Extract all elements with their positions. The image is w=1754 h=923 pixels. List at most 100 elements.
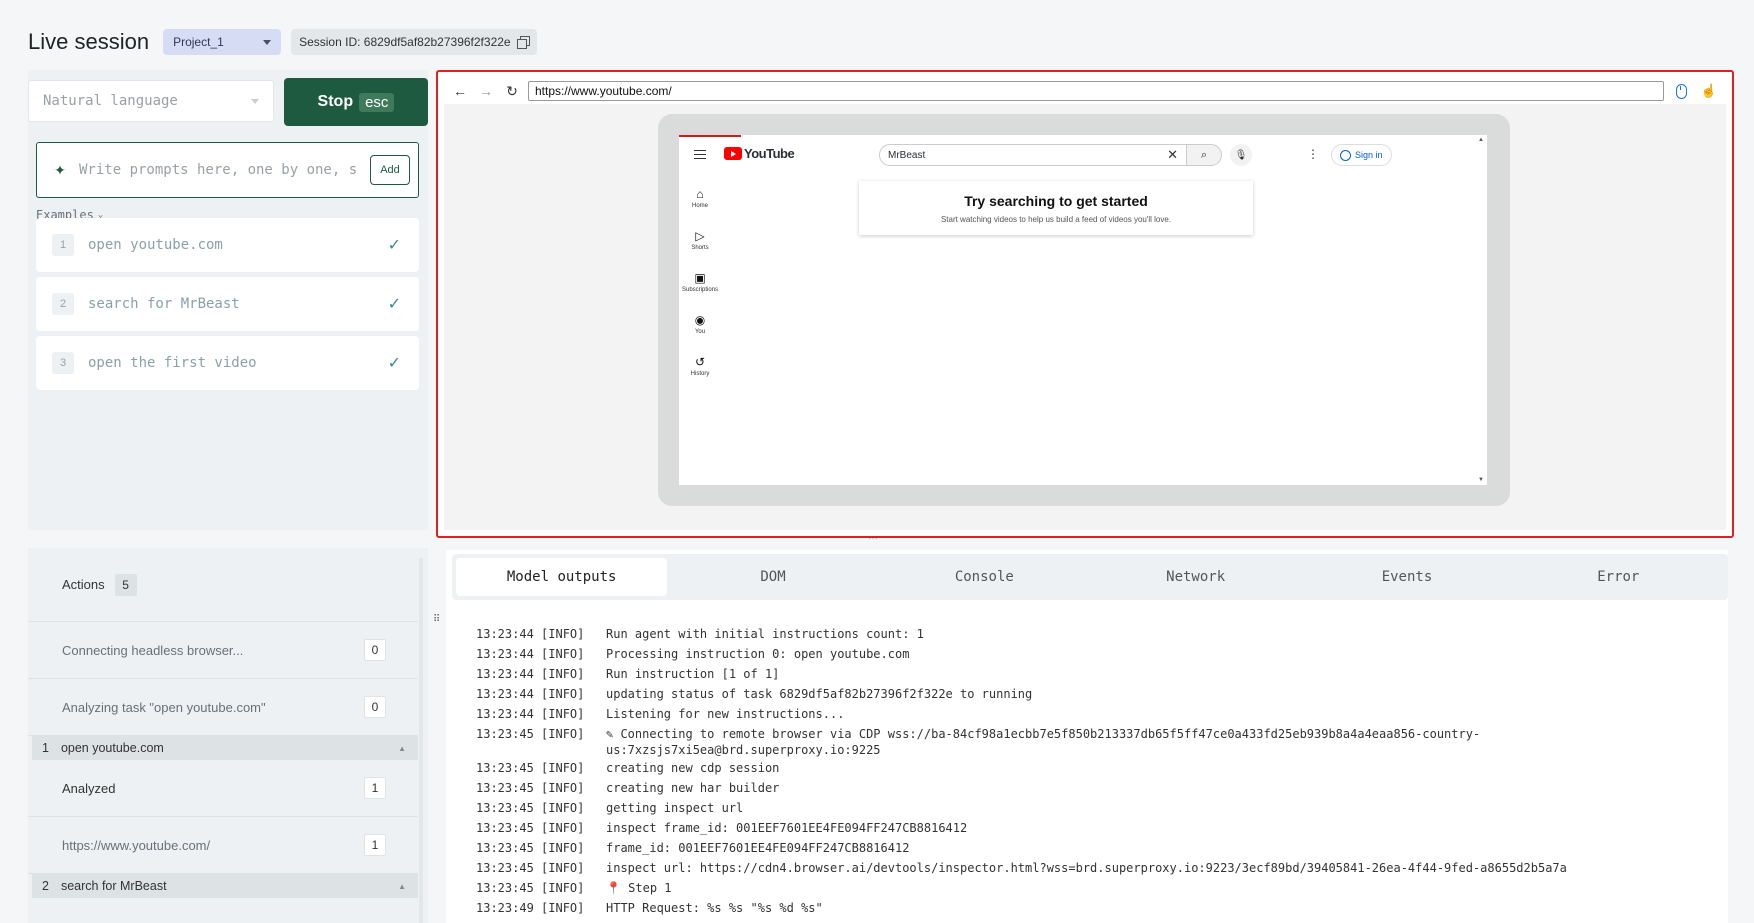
youtube-search-button[interactable]: ⌕ <box>1186 144 1222 166</box>
session-id-text: Session ID: 6829df5af82b27396f2f322e <box>299 35 511 49</box>
mouse-icon <box>1675 83 1687 99</box>
example-number: 3 <box>52 352 74 374</box>
log-line: 13:23:44 [INFO] Processing instruction 0:… <box>476 644 1708 664</box>
output-tabs: Model outputs DOM Console Network Events… <box>452 554 1728 600</box>
youtube-header: YouTube MrBeast ✕ ⌕ 🎙 ⋮ Sign in <box>679 137 1487 173</box>
chevron-up-icon: ▲ <box>398 743 406 753</box>
instruction-group-header[interactable]: 1 open youtube.com ▲ <box>32 736 418 760</box>
scroll-up-icon[interactable]: ▲ <box>1478 137 1484 143</box>
reload-icon[interactable]: ↻ <box>502 81 522 101</box>
log-line: 13:23:45 [INFO] getting inspect url <box>476 798 1708 818</box>
back-arrow-icon[interactable]: ← <box>450 81 470 101</box>
mouse-mode-button[interactable] <box>1670 81 1692 101</box>
sidebar-item-shorts[interactable]: ▷ Shorts <box>679 219 721 261</box>
log-message: creating new cdp session <box>606 761 780 775</box>
tab-events[interactable]: Events <box>1301 558 1512 596</box>
youtube-sidebar: ⌂ Home ▷ Shorts ▣ Subscriptions ◉ You ↺ … <box>679 177 721 387</box>
youtube-page: YouTube MrBeast ✕ ⌕ 🎙 ⋮ Sign in ⌂ Home ▷… <box>679 135 1487 485</box>
log-line: 13:23:44 [INFO] updating status of task 6… <box>476 684 1708 704</box>
sparkle-icon: ✦ <box>54 161 66 178</box>
log-message: inspect url: https://cdn4.browser.ai/dev… <box>606 861 1567 875</box>
microphone-icon[interactable]: 🎙 <box>1230 144 1252 166</box>
action-row[interactable]: Connecting headless browser... 0 <box>28 622 418 679</box>
instruction-group-header[interactable]: 2 search for MrBeast ▲ <box>32 874 418 898</box>
log-line: 13:23:45 [INFO] ✎ Connecting to remote br… <box>476 724 1708 758</box>
log-timestamp: 13:23:44 [INFO] <box>476 627 585 641</box>
log-line: 13:23:45 [INFO] inspect frame_id: 001EEF7… <box>476 818 1708 838</box>
history-icon: ↺ <box>694 354 706 369</box>
user-icon <box>1340 149 1351 161</box>
tab-console[interactable]: Console <box>879 558 1090 596</box>
example-item[interactable]: 3 open the first video ✓ <box>36 336 419 390</box>
language-select-placeholder: Natural language <box>43 93 178 109</box>
log-line: 13:23:45 [INFO] frame_id: 001EEF7601EE4FE… <box>476 838 1708 858</box>
header: Live session Project_1 Session ID: 6829d… <box>28 26 537 58</box>
stop-button[interactable]: Stop esc <box>284 78 428 126</box>
action-count: 0 <box>364 696 386 718</box>
example-item[interactable]: 1 open youtube.com ✓ <box>36 218 419 272</box>
log-message: updating status of task 6829df5af82b2739… <box>606 687 1033 701</box>
sidebar-item-history[interactable]: ↺ History <box>679 345 721 387</box>
sign-in-label: Sign in <box>1355 150 1383 160</box>
action-row[interactable] <box>28 898 418 923</box>
sidebar-item-label: History <box>690 370 710 377</box>
prompt-panel: Natural language Stop esc ✦ Add Examples… <box>28 70 428 530</box>
action-row[interactable]: Analyzing task "open youtube.com" 0 <box>28 679 418 736</box>
tab-model-outputs[interactable]: Model outputs <box>456 558 668 596</box>
youtube-logo[interactable]: YouTube <box>724 146 795 161</box>
action-count: 1 <box>364 777 386 799</box>
actions-panel: Actions 5 Connecting headless browser...… <box>28 548 428 923</box>
touch-mode-button[interactable]: ☝ <box>1698 81 1720 101</box>
action-text: Connecting headless browser... <box>62 642 244 658</box>
project-select[interactable]: Project_1 <box>163 29 282 55</box>
log-timestamp: 13:23:49 [INFO] <box>476 901 585 915</box>
empty-feed-title: Try searching to get started <box>964 192 1148 209</box>
action-row[interactable]: https://www.youtube.com/ 1 <box>28 817 418 874</box>
sidebar-item-home[interactable]: ⌂ Home <box>679 177 721 219</box>
sidebar-item-subscriptions[interactable]: ▣ Subscriptions <box>679 261 721 303</box>
actions-header: Actions 5 <box>28 548 418 622</box>
tab-network[interactable]: Network <box>1090 558 1301 596</box>
scrollbar[interactable] <box>419 558 423 923</box>
group-text: open youtube.com <box>60 741 164 755</box>
add-button[interactable]: Add <box>370 155 410 185</box>
youtube-sign-in-button[interactable]: Sign in <box>1331 144 1392 166</box>
browser-preview: ← → ↻ https://www.youtube.com/ ☝ YouTube… <box>436 70 1734 538</box>
action-text: Analyzing task "open youtube.com" <box>62 699 266 715</box>
log-message: Listening for new instructions... <box>606 707 845 721</box>
sidebar-item-label: Shorts <box>691 244 709 251</box>
log-timestamp: 13:23:44 [INFO] <box>476 667 585 681</box>
action-count: 1 <box>364 834 386 856</box>
scroll-down-icon[interactable]: ▼ <box>1478 477 1484 483</box>
action-row[interactable]: Analyzed 1 <box>28 760 418 817</box>
log-timestamp: 13:23:45 [INFO] <box>476 821 585 835</box>
forward-arrow-icon[interactable]: → <box>476 81 496 101</box>
clear-icon[interactable]: ✕ <box>1167 147 1178 163</box>
example-item[interactable]: 2 search for MrBeast ✓ <box>36 277 419 331</box>
sidebar-item-you[interactable]: ◉ You <box>679 303 721 345</box>
session-id-badge: Session ID: 6829df5af82b27396f2f322e <box>291 29 537 55</box>
log-line: 13:23:45 [INFO] 📍 Step 1 <box>476 878 1708 898</box>
example-number: 2 <box>52 293 74 315</box>
group-number: 2 <box>42 879 49 893</box>
tab-dom[interactable]: DOM <box>667 558 878 596</box>
language-select[interactable]: Natural language <box>28 80 274 122</box>
example-text: search for MrBeast <box>88 296 240 312</box>
log-timestamp: 13:23:45 [INFO] <box>476 761 585 775</box>
log-message: Processing instruction 0: open youtube.c… <box>606 647 910 661</box>
page-title: Live session <box>28 29 150 54</box>
prompt-input[interactable] <box>79 162 360 178</box>
youtube-play-icon <box>724 147 742 160</box>
home-icon: ⌂ <box>696 186 704 201</box>
chevron-down-icon <box>263 39 272 45</box>
more-options-icon[interactable]: ⋮ <box>1307 147 1319 161</box>
menu-icon[interactable] <box>694 150 706 159</box>
log-timestamp: 13:23:45 [INFO] <box>476 881 585 895</box>
copy-icon[interactable] <box>516 36 530 49</box>
example-text: open youtube.com <box>88 237 223 253</box>
url-field[interactable]: https://www.youtube.com/ <box>528 81 1664 101</box>
resize-handle-vertical[interactable]: ⠿ <box>433 614 440 625</box>
log-timestamp: 13:23:45 [INFO] <box>476 801 585 815</box>
youtube-search-input[interactable]: MrBeast ✕ <box>879 144 1187 166</box>
tab-error[interactable]: Error <box>1513 558 1724 596</box>
